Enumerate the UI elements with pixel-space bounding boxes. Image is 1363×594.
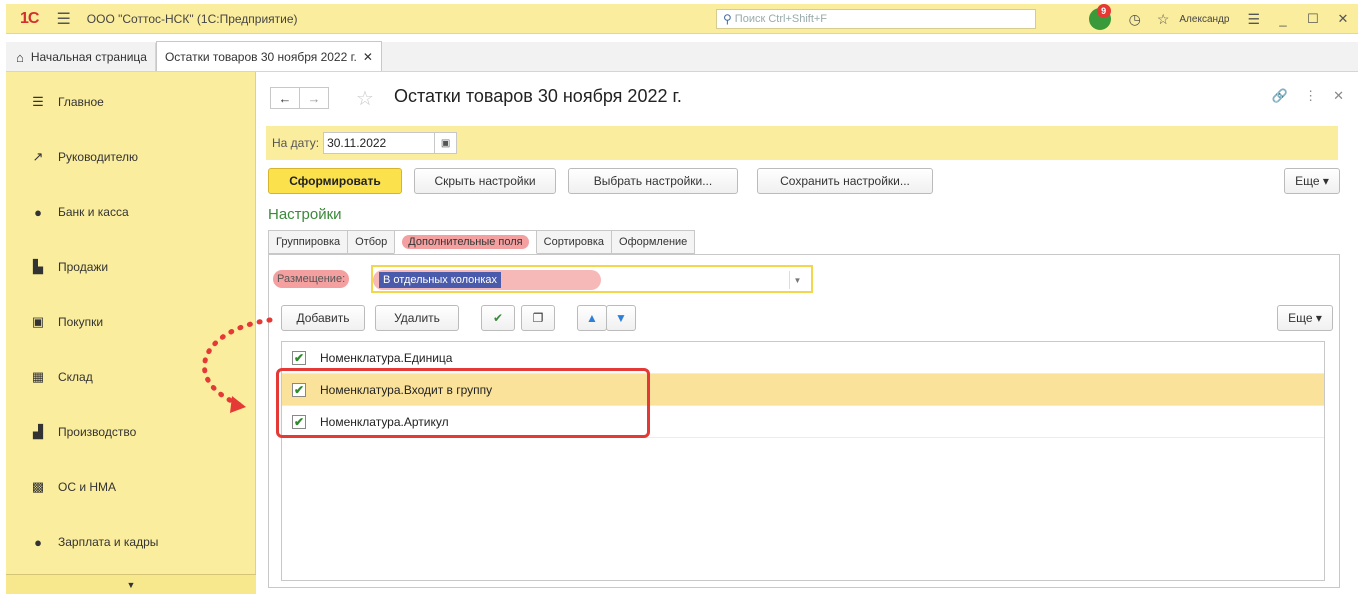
tab-home[interactable]: ⌂ Начальная страница [6, 43, 156, 71]
warehouse-icon: ▦ [31, 369, 45, 384]
cart-icon: ▣ [31, 314, 45, 329]
sidebar-item-label: Производство [58, 425, 137, 439]
bag-icon: ▙ [33, 259, 43, 274]
person-icon: ● [34, 534, 42, 550]
chevron-down-icon[interactable]: ▼ [789, 271, 805, 289]
sidebar-item-label: ОС и НМА [58, 480, 117, 494]
favorite-star-icon[interactable]: ☆ [356, 86, 374, 111]
search-placeholder: Поиск Ctrl+Shift+F [734, 13, 828, 25]
coin-icon: ● [34, 204, 42, 220]
app-title: ООО "Соттос-НСК" (1С:Предприятие) [86, 11, 298, 26]
page-title: Остатки товаров 30 ноября 2022 г. [394, 86, 682, 106]
settings-caption: Настройки [268, 206, 342, 223]
close-tab-icon[interactable]: ✕ [363, 50, 373, 64]
sidebar-item-label: Банк и касса [58, 205, 129, 219]
sidebar-item-sales[interactable]: ▙ Продажи [6, 247, 256, 287]
hide-settings-button[interactable]: Скрыть настройки [414, 168, 556, 194]
sidebar-item-purchases[interactable]: ▣ Покупки [6, 302, 256, 342]
sidebar-item-salary[interactable]: ● Зарплата и кадры [6, 522, 256, 562]
close-icon[interactable]: ✕ [1328, 11, 1358, 27]
home-icon: ⌂ [16, 49, 24, 65]
history-icon[interactable]: ◷ [1129, 11, 1141, 28]
minimize-icon[interactable]: _ [1268, 12, 1298, 27]
sidebar-item-label: Главное [58, 95, 104, 109]
move-up-icon[interactable]: ▲ [577, 305, 607, 331]
truck-icon: ▩ [31, 479, 45, 494]
settings-tabs: Группировка Отбор Дополнительные поля Со… [268, 230, 696, 254]
more-options-icon[interactable]: ⋮ [1304, 88, 1317, 104]
placement-select[interactable]: В отдельных колонках ▼ [371, 265, 813, 293]
list-command-bar: Добавить Удалить ✔ ❐ ▲ ▼ Еще ▾ [281, 305, 1333, 331]
choose-settings-button[interactable]: Выбрать настройки... [568, 168, 738, 194]
tab-additional-fields-label: Дополнительные поля [402, 235, 529, 249]
sidebar: ☰ Главное ↗ Руководителю ● Банк и касса … [6, 72, 256, 594]
sidebar-item-label: Зарплата и кадры [58, 535, 159, 549]
date-bar: На дату: 30.11.2022 ▣ [266, 126, 1338, 160]
chart-icon: ↗ [32, 149, 44, 164]
tab-filter[interactable]: Отбор [347, 230, 396, 254]
sidebar-item-assets[interactable]: ▩ ОС и НМА [6, 467, 256, 507]
user-name[interactable]: Александр [1179, 14, 1229, 25]
move-down-icon[interactable]: ▼ [606, 305, 636, 331]
copy-icon[interactable]: ❐ [521, 305, 555, 331]
highlight-box [276, 368, 650, 438]
date-label: На дату: [272, 136, 320, 150]
delete-button[interactable]: Удалить [375, 305, 459, 331]
sidebar-item-bank[interactable]: ● Банк и касса [6, 192, 256, 232]
sidebar-item-label: Руководителю [58, 150, 139, 164]
app-logo: 1С [20, 9, 39, 27]
sidebar-item-main[interactable]: ☰ Главное [6, 82, 256, 122]
list-item-label: Номенклатура.Единица [320, 350, 453, 365]
close-form-icon[interactable]: ✕ [1333, 88, 1344, 104]
sidebar-item-production[interactable]: ▟ Производство [6, 412, 256, 452]
placement-row: Размещение: В отдельных колонках ▼ [273, 265, 813, 293]
placement-value: В отдельных колонках [379, 272, 502, 288]
tab-sorting[interactable]: Сортировка [535, 230, 613, 254]
sidebar-item-warehouse[interactable]: ▦ Склад [6, 357, 256, 397]
date-input[interactable]: 30.11.2022 [323, 132, 436, 154]
search-icon: ⚲ [723, 12, 732, 26]
list-more-button[interactable]: Еще ▾ [1277, 305, 1333, 331]
report-form: ← → ☆ Остатки товаров 30 ноября 2022 г. … [256, 72, 1358, 594]
tab-additional-fields[interactable]: Дополнительные поля [394, 230, 537, 254]
sidebar-item-label: Склад [58, 370, 93, 384]
tab-design[interactable]: Оформление [611, 230, 696, 254]
command-bar: Сформировать Скрыть настройки Выбрать на… [268, 168, 1340, 196]
forward-button[interactable]: → [299, 87, 329, 109]
title-bar: 1С ☰ ООО "Соттос-НСК" (1С:Предприятие) ⚲… [6, 4, 1358, 34]
main-menu-icon[interactable]: ☰ [56, 9, 70, 29]
sidebar-item-manager[interactable]: ↗ Руководителю [6, 137, 256, 177]
tabs-bar: ⌂ Начальная страница Остатки товаров 30 … [6, 41, 1358, 72]
placement-label: Размещение: [273, 270, 350, 288]
search-input[interactable]: ⚲ Поиск Ctrl+Shift+F [716, 9, 1036, 29]
settings-menu-icon[interactable]: ☰ [1247, 11, 1260, 28]
date-value: 30.11.2022 [327, 136, 387, 150]
generate-button[interactable]: Сформировать [268, 168, 402, 194]
checkbox[interactable]: ✔ [292, 350, 306, 365]
maximize-icon[interactable]: ☐ [1298, 11, 1328, 27]
factory-icon: ▟ [33, 424, 43, 439]
favorites-icon[interactable]: ☆ [1157, 11, 1170, 28]
tab-home-label: Начальная страница [30, 50, 147, 64]
calendar-icon[interactable]: ▣ [435, 132, 458, 154]
back-button[interactable]: ← [270, 87, 300, 109]
check-all-icon[interactable]: ✔ [481, 305, 515, 331]
add-button[interactable]: Добавить [281, 305, 365, 331]
sidebar-item-label: Покупки [58, 315, 104, 329]
notification-badge: 9 [1096, 4, 1111, 18]
tab-report-label: Остатки товаров 30 ноября 2022 г. [164, 49, 357, 64]
more-button[interactable]: Еще ▾ [1284, 168, 1340, 194]
sidebar-scroll-down-icon[interactable]: ▼ [6, 574, 256, 594]
menu-icon: ☰ [32, 94, 44, 109]
tab-grouping[interactable]: Группировка [268, 230, 349, 254]
notifications-icon[interactable]: 9 [1088, 4, 1111, 30]
link-icon[interactable]: 🔗 [1272, 88, 1288, 104]
tab-report[interactable]: Остатки товаров 30 ноября 2022 г. ✕ [155, 41, 382, 71]
sidebar-item-label: Продажи [58, 260, 109, 274]
save-settings-button[interactable]: Сохранить настройки... [757, 168, 933, 194]
